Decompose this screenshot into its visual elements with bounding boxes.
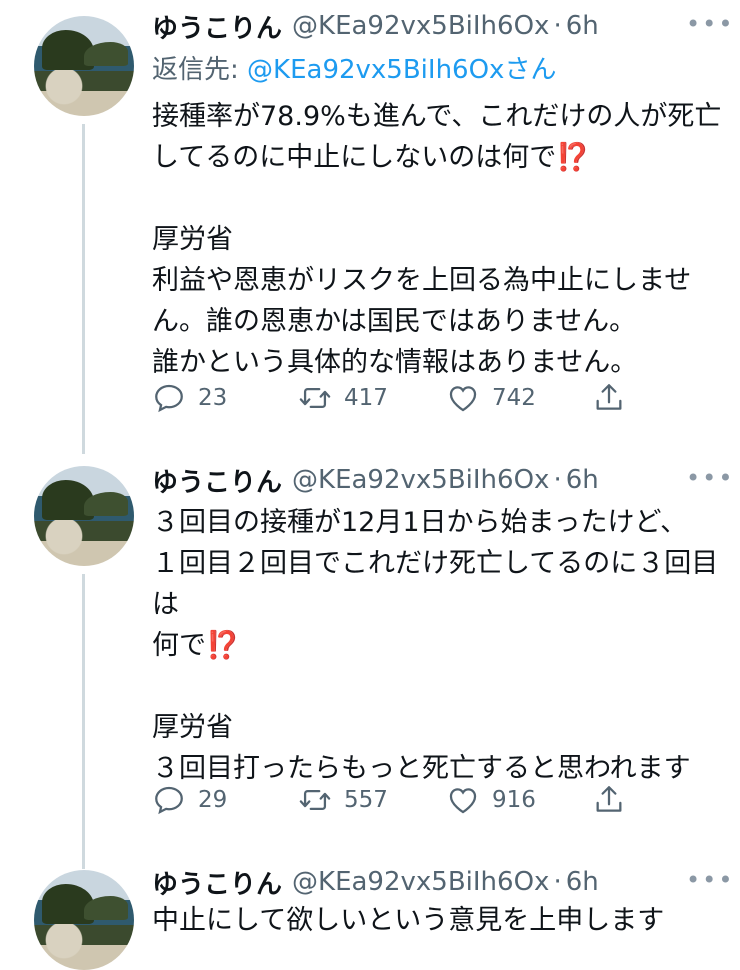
retweet-icon: [299, 387, 331, 409]
retweet-button[interactable]: 557: [298, 780, 388, 820]
tweet-1[interactable]: ゆうこりん @KEa92vx5BiIh6Ox · 6h ••• 返信先: @KE…: [0, 0, 740, 454]
avatar[interactable]: [34, 870, 134, 970]
reply-icon: [155, 384, 183, 413]
display-name[interactable]: ゆうこりん: [152, 462, 282, 499]
separator-dot: ·: [553, 465, 562, 495]
avatar[interactable]: [34, 466, 134, 566]
more-icon[interactable]: •••: [686, 866, 734, 894]
tweet-text: 中止にして欲しいという意見を上申します: [152, 905, 665, 936]
thread-line: [82, 124, 85, 454]
display-name[interactable]: ゆうこりん: [152, 864, 282, 901]
avatar[interactable]: [34, 16, 134, 116]
share-icon: [596, 786, 622, 812]
reply-prefix: 返信先:: [152, 55, 248, 85]
tweet-header: ゆうこりん @KEa92vx5BiIh6Ox · 6h: [152, 862, 599, 902]
tweet-3[interactable]: ゆうこりん @KEa92vx5BiIh6Ox · 6h ••• 中止にして欲しい…: [0, 850, 740, 970]
share-icon: [596, 384, 622, 410]
heart-icon: [449, 788, 477, 814]
heart-icon: [449, 386, 477, 412]
more-icon[interactable]: •••: [686, 10, 734, 38]
tweet-text: ３回目の接種が12月1日から始まったけど、 １回目２回目でこれだけ死亡してるのに…: [152, 507, 719, 784]
reply-count: 29: [198, 787, 228, 813]
user-handle[interactable]: @KEa92vx5BiIh6Ox: [292, 465, 549, 495]
tweet-header: ゆうこりん @KEa92vx5BiIh6Ox · 6h: [152, 460, 599, 500]
timestamp[interactable]: 6h: [566, 867, 599, 897]
timestamp[interactable]: 6h: [566, 11, 599, 41]
like-button[interactable]: 916: [446, 780, 536, 820]
tweet-text: 接種率が78.9%も進んで、これだけの人が死亡してるのに中止にしないのは何で⁉️…: [152, 101, 722, 378]
reply-count: 23: [198, 385, 228, 411]
user-handle[interactable]: @KEa92vx5BiIh6Ox: [292, 11, 549, 41]
user-handle[interactable]: @KEa92vx5BiIh6Ox: [292, 867, 549, 897]
thread-line: [82, 574, 85, 869]
reply-to: 返信先: @KEa92vx5BiIh6Oxさん: [152, 49, 556, 86]
retweet-count: 557: [344, 787, 388, 813]
tweet-2[interactable]: ゆうこりん @KEa92vx5BiIh6Ox · 6h ••• ３回目の接種が1…: [0, 450, 740, 869]
action-bar: 23 417 742: [152, 378, 652, 418]
reply-button[interactable]: 23: [152, 378, 227, 418]
display-name[interactable]: ゆうこりん: [152, 8, 282, 45]
action-bar: 29 557 916: [152, 780, 652, 820]
timestamp[interactable]: 6h: [566, 465, 599, 495]
share-button[interactable]: [592, 780, 638, 820]
separator-dot: ·: [553, 11, 562, 41]
like-count: 916: [492, 787, 536, 813]
reply-mention[interactable]: @KEa92vx5BiIh6Oxさん: [247, 55, 556, 85]
separator-dot: ·: [553, 867, 562, 897]
reply-button[interactable]: 29: [152, 780, 227, 820]
tweet-header: ゆうこりん @KEa92vx5BiIh6Ox · 6h: [152, 6, 599, 46]
more-icon[interactable]: •••: [686, 464, 734, 492]
retweet-count: 417: [344, 385, 388, 411]
retweet-button[interactable]: 417: [298, 378, 388, 418]
like-count: 742: [492, 385, 536, 411]
reply-icon: [155, 786, 183, 815]
like-button[interactable]: 742: [446, 378, 536, 418]
share-button[interactable]: [592, 378, 638, 418]
retweet-icon: [299, 789, 331, 811]
